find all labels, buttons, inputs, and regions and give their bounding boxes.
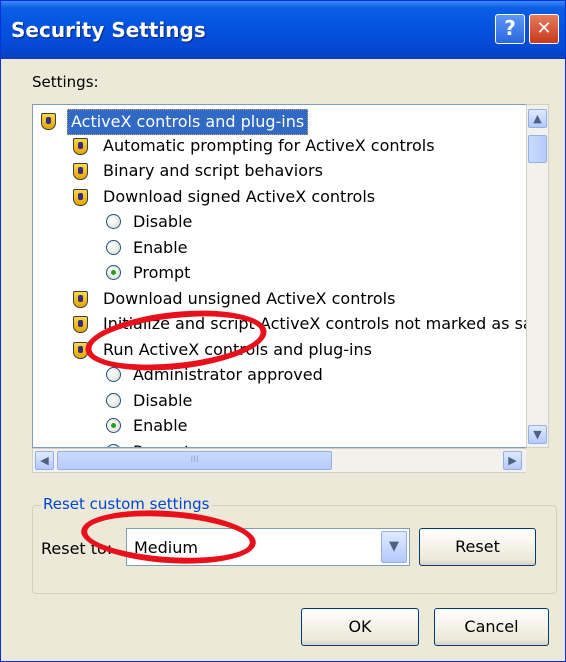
horizontal-scroll-thumb[interactable]: III bbox=[57, 451, 332, 470]
tree-option-label: Administrator approved bbox=[133, 365, 323, 384]
radio-button[interactable] bbox=[106, 214, 121, 229]
settings-label: Settings: bbox=[32, 73, 99, 91]
tree-option-label: Disable bbox=[133, 212, 193, 231]
radio-button[interactable] bbox=[106, 393, 121, 408]
tree-item-label: Download unsigned ActiveX controls bbox=[103, 289, 396, 308]
scroll-left-arrow-icon[interactable]: ◀ bbox=[35, 451, 54, 470]
tree-option-label: Enable bbox=[133, 416, 188, 435]
scrollbar-corner bbox=[526, 448, 549, 473]
radio-button[interactable] bbox=[106, 367, 121, 382]
help-button[interactable]: ? bbox=[495, 14, 525, 44]
close-button[interactable]: ✕ bbox=[529, 14, 559, 44]
scroll-up-arrow-icon[interactable]: ▲ bbox=[528, 109, 547, 128]
security-settings-dialog: Security Settings ? ✕ Settings: ActiveX … bbox=[0, 0, 566, 662]
tree-option-label: Prompt bbox=[133, 263, 191, 282]
scroll-right-arrow-icon[interactable]: ▶ bbox=[503, 451, 522, 470]
tree-item-label: Download signed ActiveX controls bbox=[103, 187, 376, 206]
ok-button[interactable]: OK bbox=[301, 608, 419, 646]
tree-item-label: Binary and script behaviors bbox=[103, 161, 323, 180]
vertical-scroll-thumb[interactable] bbox=[528, 135, 547, 163]
radio-button-checked[interactable] bbox=[106, 418, 121, 433]
tree-option-label: Enable bbox=[133, 238, 188, 257]
tree-option-label: Disable bbox=[133, 391, 193, 410]
settings-tree[interactable]: ActiveX controls and plug-ins Automatic … bbox=[32, 104, 529, 448]
reset-group-title: Reset custom settings bbox=[41, 495, 212, 513]
security-shield-icon bbox=[73, 138, 88, 155]
security-shield-icon bbox=[73, 316, 88, 333]
tree-item-label: Run ActiveX controls and plug-ins bbox=[103, 340, 372, 359]
security-shield-icon bbox=[41, 113, 56, 130]
security-shield-icon bbox=[73, 189, 88, 206]
chevron-down-icon[interactable]: ▼ bbox=[381, 531, 407, 563]
security-shield-icon bbox=[73, 291, 88, 308]
reset-to-label: Reset to: bbox=[41, 539, 113, 558]
reset-level-dropdown[interactable]: Medium ▼ bbox=[126, 528, 410, 566]
tree-item-label: Initialize and script ActiveX controls n… bbox=[103, 314, 529, 333]
tree-option-label: Prompt bbox=[133, 440, 190, 447]
security-shield-icon bbox=[73, 342, 88, 359]
tree-item-label: Automatic prompting for ActiveX controls bbox=[103, 136, 435, 155]
security-shield-icon bbox=[73, 163, 88, 180]
cancel-button[interactable]: Cancel bbox=[434, 608, 549, 646]
radio-button[interactable] bbox=[106, 240, 121, 255]
dialog-title: Security Settings bbox=[11, 18, 206, 42]
radio-button-checked[interactable] bbox=[106, 265, 121, 280]
reset-button[interactable]: Reset bbox=[419, 528, 536, 566]
vertical-scrollbar[interactable]: ▲ ▼ bbox=[526, 104, 549, 448]
scroll-down-arrow-icon[interactable]: ▼ bbox=[528, 425, 547, 444]
title-bar[interactable]: Security Settings ? ✕ bbox=[1, 1, 565, 59]
tree-item-label: ActiveX controls and plug-ins bbox=[67, 109, 309, 135]
reset-level-value: Medium bbox=[134, 538, 198, 557]
horizontal-scrollbar[interactable]: ◀ III ▶ bbox=[32, 448, 527, 473]
